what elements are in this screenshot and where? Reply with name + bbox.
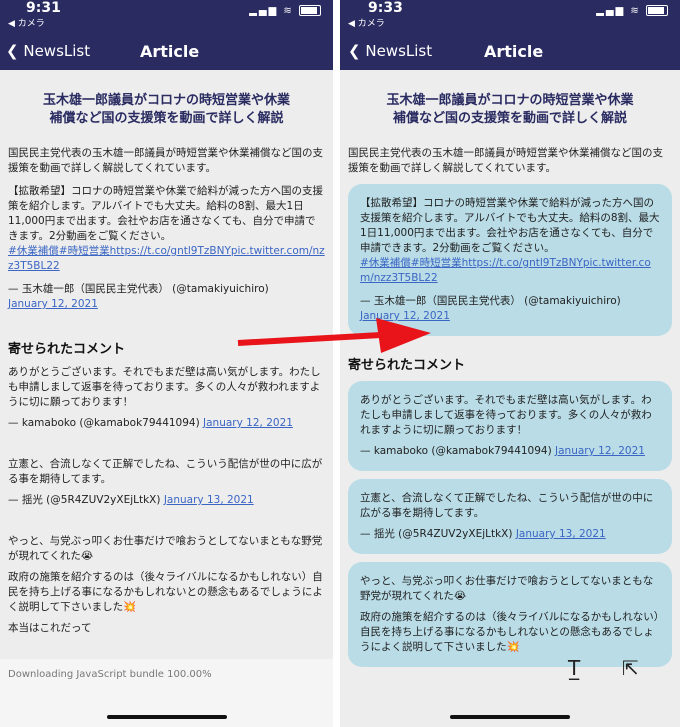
nav-back-label: NewsList — [23, 42, 91, 60]
comment-item: ありがとうございます。それでもまだ壁は高い気がします。わたしも申請しまして返事を… — [8, 365, 325, 431]
article-title-line: 玉木雄一郎議員がコロナの時短営業や休業 — [386, 93, 634, 108]
status-time: 9:33 — [368, 0, 403, 16]
back-to-camera-link[interactable]: ◀ カメラ — [8, 16, 45, 29]
article-content[interactable]: 玉木雄一郎議員がコロナの時短営業や休業 補償など国の支援策を動画で詳しく解説 国… — [340, 70, 680, 727]
phone-screen-left: 9:31 ◀ カメラ ▂▄▆ ≋ ❮ NewsList Article 玉木雄一… — [0, 0, 333, 727]
nav-back-button[interactable]: ❮ NewsList — [6, 42, 90, 60]
article-title-line: 玉木雄一郎議員がコロナの時短営業や休業 — [42, 93, 290, 108]
wifi-icon: ≋ — [630, 5, 641, 17]
nav-title: Article — [140, 42, 200, 61]
tweet-link[interactable]: #休業補償#時短営業https://t.co/gntl9TzBNYpic.twi… — [360, 256, 660, 286]
article-intro: 国民民主党代表の玉木雄一郎議員が時短営業や休業補償など国の支援策を動画で詳しく解… — [8, 147, 323, 174]
chevron-left-icon: ❮ — [6, 42, 19, 60]
status-icons: ▂▄▆ ≋ — [596, 5, 668, 17]
home-indicator[interactable] — [106, 715, 227, 719]
phone-screen-right: 9:33 ◀ カメラ ▂▄▆ ≋ ❮ NewsList Article 玉木雄一… — [340, 0, 680, 727]
article-content[interactable]: 玉木雄一郎議員がコロナの時短営業や休業 補償など国の支援策を動画で詳しく解説 国… — [0, 70, 333, 727]
nav-back-button[interactable]: ❮ NewsList — [348, 42, 432, 60]
comment-item: 立憲と、合流しなくて正解でしたね、こういう配信が世の中に広がる事を期待してます。… — [8, 457, 325, 508]
article-title: 玉木雄一郎議員がコロナの時短営業や休業 補償など国の支援策を動画で詳しく解説 — [356, 92, 664, 128]
status-time: 9:31 — [26, 0, 61, 16]
article-title: 玉木雄一郎議員がコロナの時短営業や休業 補償など国の支援策を動画で詳しく解説 — [16, 92, 317, 128]
wifi-icon: ≋ — [283, 5, 294, 17]
app-header: 9:33 ◀ カメラ ▂▄▆ ≋ ❮ NewsList Article — [340, 0, 680, 70]
tweet-quote: 【拡散希望】コロナの時短営業や休業で給料が減った方へ国の支援策を紹介します。アル… — [8, 184, 325, 312]
tweet-text: 【拡散希望】コロナの時短営業や休業で給料が減った方へ国の支援策を紹介します。アル… — [8, 185, 323, 242]
chevron-left-icon: ❮ — [348, 42, 361, 60]
comment-text: 本当はこれだって — [8, 622, 92, 634]
comment-item: やっと、与党ぶっ叩くお仕事だけで喰おうとしてないまともな野党が現れてくれた😭 政… — [8, 534, 325, 636]
tweet-link[interactable]: #休業補償#時短営業https://t.co/gntl9TzBNYpic.twi… — [8, 244, 325, 274]
signal-icon: ▂▄▆ — [596, 5, 626, 17]
comment-text: やっと、与党ぶっ叩くお仕事だけで喰おうとしてないまともな野党が現れてくれた😭 — [8, 535, 323, 562]
nav-back-label: NewsList — [365, 42, 433, 60]
comment-text: 立憲と、合流しなくて正解でしたね、こういう配信が世の中に広がる事を期待してます。 — [8, 458, 323, 485]
comment-text: やっと、与党ぶっ叩くお仕事だけで喰おうとしてないまともな野党が現れてくれた😭 — [360, 575, 654, 602]
comment-author: — kamaboko (@kamabok79441094) — [360, 445, 552, 457]
comment-author: — 揺光 (@5R4ZUV2yXEjLtkX) — [8, 494, 161, 506]
comment-author: — 揺光 (@5R4ZUV2yXEjLtkX) — [360, 528, 513, 540]
comment-text: 立憲と、合流しなくて正解でしたね、こういう配信が世の中に広がる事を期待してます。 — [360, 492, 654, 519]
comment-card: やっと、与党ぶっ叩くお仕事だけで喰おうとしてないまともな野党が現れてくれた😭 政… — [348, 562, 672, 667]
status-icons: ▂▄▆ ≋ — [249, 5, 321, 17]
battery-icon — [299, 5, 321, 16]
tweet-quote: 【拡散希望】コロナの時短営業や休業で給料が減った方へ国の支援策を紹介します。アル… — [360, 196, 660, 324]
home-indicator[interactable] — [450, 715, 570, 719]
article-title-line: 補償など国の支援策を動画で詳しく解説 — [49, 111, 284, 126]
comment-text: 政府の施策を紹介するのは（後々ライバルになるかもしれない）自民を持ち上げる事にな… — [360, 611, 660, 653]
comment-text: ありがとうございます。それでもまだ壁は高い気がします。わたしも申請しまして返事を… — [360, 394, 652, 436]
tweet-author: — 玉木雄一郎（国民民主党代表） (@tamakiyuichiro) — [8, 283, 269, 295]
tweet-date[interactable]: January 12, 2021 — [8, 297, 325, 312]
comment-text: ありがとうございます。それでもまだ壁は高い気がします。わたしも申請しまして返事を… — [8, 366, 321, 408]
download-status-text: Downloading JavaScript bundle 100.00% — [8, 669, 212, 680]
comment-card: ありがとうございます。それでもまだ壁は高い気がします。わたしも申請しまして返事を… — [348, 381, 672, 471]
tweet-author: — 玉木雄一郎（国民民主党代表） (@tamakiyuichiro) — [360, 295, 621, 307]
nav-title: Article — [484, 42, 544, 61]
back-to-camera-link[interactable]: ◀ カメラ — [348, 16, 385, 29]
arrow-shaft — [237, 332, 382, 346]
comment-card: 立憲と、合流しなくて正解でしたね、こういう配信が世の中に広がる事を期待してます。… — [348, 479, 672, 554]
comment-date[interactable]: January 13, 2021 — [164, 494, 254, 506]
app-header: 9:31 ◀ カメラ ▂▄▆ ≋ ❮ NewsList Article — [0, 0, 333, 70]
battery-icon — [646, 5, 668, 16]
text-size-icon[interactable]: T̲ — [568, 656, 580, 680]
comment-date[interactable]: January 12, 2021 — [555, 445, 645, 457]
article-intro: 国民民主党代表の玉木雄一郎議員が時短営業や休業補償など国の支援策を動画で詳しく解… — [348, 147, 663, 174]
comment-author: — kamaboko (@kamabok79441094) — [8, 417, 200, 429]
comment-date[interactable]: January 12, 2021 — [203, 417, 293, 429]
screen-divider — [333, 0, 340, 727]
share-icon[interactable]: ⇱ — [622, 656, 639, 680]
comment-text: 政府の施策を紹介するのは（後々ライバルになるかもしれない）自民を持ち上げる事にな… — [8, 571, 323, 613]
article-title-line: 補償など国の支援策を動画で詳しく解説 — [392, 111, 627, 126]
comment-date[interactable]: January 13, 2021 — [516, 528, 606, 540]
red-arrow-annotation — [237, 318, 431, 353]
signal-icon: ▂▄▆ — [249, 5, 279, 17]
arrow-head — [376, 318, 431, 353]
tweet-text: 【拡散希望】コロナの時短営業や休業で給料が減った方へ国の支援策を紹介します。アル… — [360, 197, 660, 254]
